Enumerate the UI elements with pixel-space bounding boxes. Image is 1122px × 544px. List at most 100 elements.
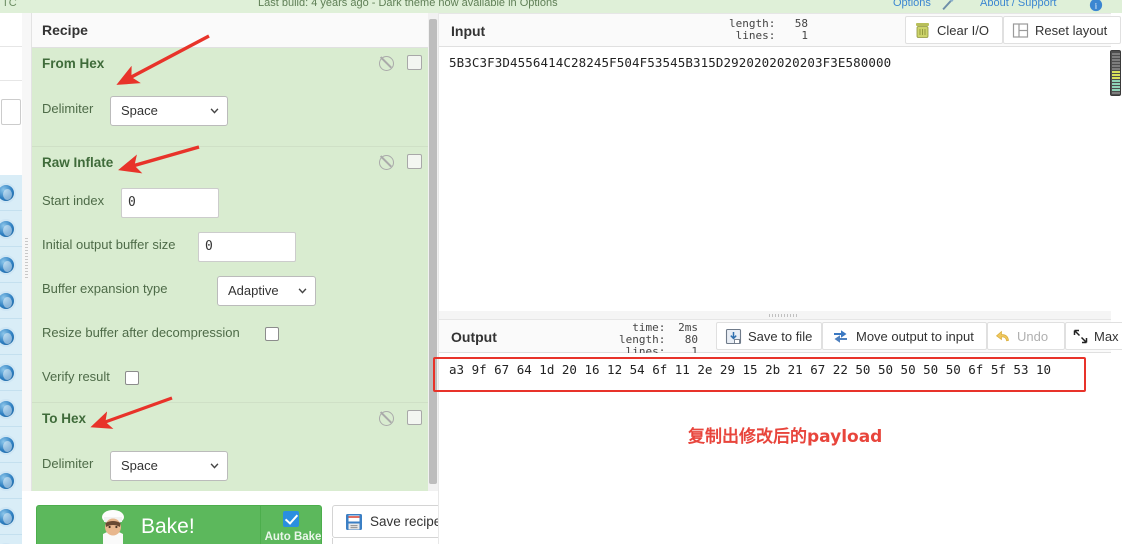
list-item[interactable] [0,427,22,463]
recipe-operation-raw-inflate[interactable]: Raw Inflate Start index 0 Initial output… [32,147,438,403]
list-item[interactable] [0,463,22,499]
max-button[interactable]: Max [1065,322,1122,350]
list-item[interactable] [0,211,22,247]
clear-io-button[interactable]: Clear I/O [905,16,1003,44]
chef-icon [102,510,124,544]
argument-row: Initial output buffer size 0 [32,225,438,269]
input-textarea[interactable]: 5B3C3F3D4556414C28245F504F53545B315D2920… [439,47,1111,313]
operation-header[interactable]: From Hex [32,48,438,82]
operation-header[interactable]: To Hex [32,403,438,437]
list-item[interactable] [0,355,22,391]
breakpoint-icon[interactable] [407,410,422,425]
save-file-icon [725,328,742,345]
initial-output-buffer-size-input[interactable]: 0 [198,232,296,262]
recipe-operations-list[interactable]: From Hex Delimiter Space Raw Inflate Sta… [32,48,438,491]
breakpoint-icon[interactable] [407,55,422,70]
input-lines-row: lines: 1 [729,30,808,42]
info-icon[interactable]: i [1089,0,1103,12]
argument-row: Delimiter Space [32,437,438,491]
recipe-operation-from-hex[interactable]: From Hex Delimiter Space [32,48,438,147]
auto-bake-label: Auto Bake [264,531,322,543]
operations-list[interactable] [0,175,22,544]
operation-icon [0,363,16,383]
list-item[interactable] [0,319,22,355]
operations-search-input[interactable] [1,99,21,125]
arg-label-initial-buffer: Initial output buffer size [42,237,176,252]
arg-label-delimiter: Delimiter [42,101,94,116]
list-item[interactable] [0,499,22,535]
rail-row [0,13,22,47]
splitter-grip [25,238,28,278]
arg-label-delimiter: Delimiter [42,456,94,471]
start-index-input[interactable]: 0 [121,188,219,218]
output-title: Output [451,329,497,345]
delimiter-select-from-hex[interactable]: Space [110,96,228,126]
operation-title: Raw Inflate [42,155,114,170]
save-to-file-label: Save to file [748,329,813,344]
disable-icon[interactable] [379,411,394,426]
list-item[interactable] [0,391,22,427]
operations-search-area [0,13,22,163]
move-output-to-input-button[interactable]: Move output to input [822,322,987,350]
maximise-icon [1073,329,1088,344]
output-textarea[interactable]: a3 9f 67 64 1d 20 16 12 54 6f 11 2e 29 1… [439,353,1111,544]
argument-row: Verify result [32,357,438,401]
breakpoint-icon[interactable] [407,154,422,169]
recipe-operation-to-hex[interactable]: To Hex Delimiter Space [32,403,438,491]
argument-row: Buffer expansion type Adaptive [32,269,438,313]
buffer-expansion-value: Adaptive [228,283,279,298]
banner-left-text: TC [2,0,17,9]
operation-icon [0,255,16,275]
recipe-scrollbar[interactable] [428,13,438,491]
verify-result-checkbox[interactable] [125,371,139,385]
bake-button[interactable]: Bake! [36,505,291,544]
layout-icon [1012,23,1029,38]
resize-buffer-checkbox[interactable] [265,327,279,341]
operation-icon [0,507,16,527]
input-header: Input length: 58 lines: 1 Clear I/O Rese… [439,13,1121,47]
list-item[interactable] [0,535,22,544]
auto-bake-toggle[interactable]: Auto Bake [260,505,322,544]
operations-rail[interactable] [0,13,22,544]
io-splitter[interactable] [439,311,1111,319]
delimiter-select-to-hex[interactable]: Space [110,451,228,481]
operation-icon [0,219,16,239]
undo-icon [995,330,1009,342]
undo-button[interactable]: Undo [987,322,1065,350]
arg-label-resize-buffer: Resize buffer after decompression [42,325,240,340]
bake-controls: Bake! Auto Bake Save recipe [32,500,464,544]
recipe-pane: Recipe From Hex Delimiter Space Raw Infl… [32,13,438,491]
options-link[interactable]: Options [893,0,931,9]
chevron-down-icon [298,288,307,294]
input-meta: length: 58 lines: 1 [729,18,808,42]
operation-title: From Hex [42,56,105,71]
recipe-scrollbar-thumb[interactable] [429,19,437,484]
magic-wand-icon[interactable] [941,0,955,11]
operation-icon [0,471,16,491]
floppy-disk-icon [346,514,362,530]
undo-label: Undo [1017,329,1049,344]
about-support-link[interactable]: About / Support [980,0,1056,9]
trash-icon [916,23,929,38]
bake-label: Bake! [141,515,195,538]
operation-header[interactable]: Raw Inflate [32,147,438,181]
save-recipe-label: Save recipe [370,514,442,529]
output-header: Output time: 2ms length: 80 lines: 1 Sav… [439,319,1122,358]
reset-layout-button[interactable]: Reset layout [1003,16,1121,44]
rail-splitter[interactable] [22,13,32,491]
buffer-expansion-type-select[interactable]: Adaptive [217,276,316,306]
io-splitter-grip [769,314,799,317]
disable-icon[interactable] [379,155,394,170]
move-icon [834,330,847,343]
rail-row [0,47,22,81]
list-item[interactable] [0,175,22,211]
input-encoding-indicator[interactable] [1110,50,1121,96]
annotation-note: 复制出修改后的payload [688,427,883,447]
list-item[interactable] [0,247,22,283]
operation-title: To Hex [42,411,87,426]
save-to-file-button[interactable]: Save to file [716,322,822,350]
operation-icon [0,327,16,347]
disable-icon[interactable] [379,56,394,71]
list-item[interactable] [0,283,22,319]
auto-bake-checkbox[interactable] [283,511,299,527]
